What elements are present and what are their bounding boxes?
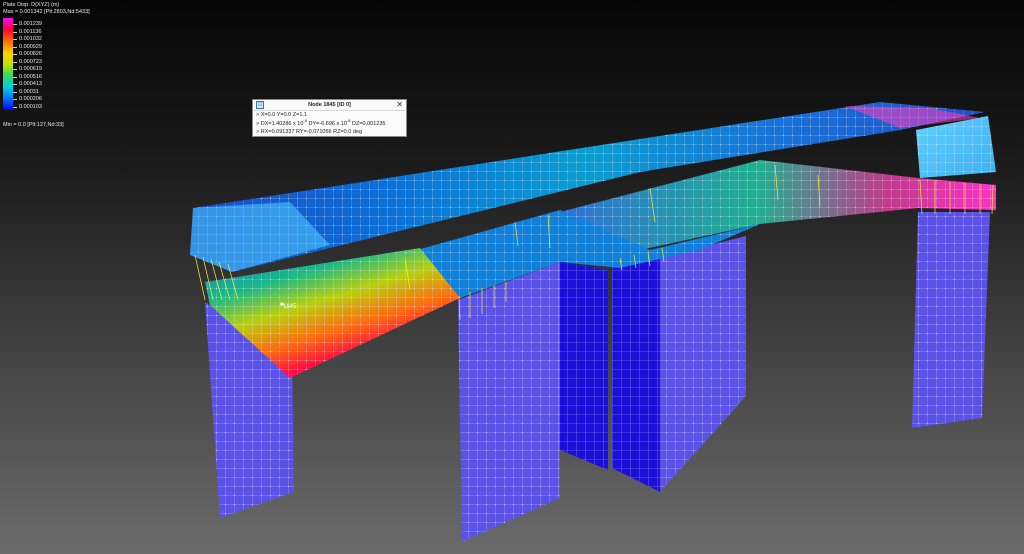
legend-value: 0.000206 bbox=[19, 96, 42, 102]
legend-value: 0.001136 bbox=[19, 28, 42, 35]
legend-color-bar bbox=[3, 18, 13, 110]
wall-center-left bbox=[458, 262, 608, 542]
legend-value: 0.000413 bbox=[19, 81, 42, 87]
deck-right-box bbox=[916, 116, 996, 178]
legend-value: 0.000929 bbox=[19, 43, 42, 50]
wall-center-right bbox=[612, 236, 746, 492]
node-info-title: Node 1845 [ID 0] bbox=[308, 102, 351, 108]
legend-value: 0.000826 bbox=[19, 51, 42, 57]
legend-value: 0.000516 bbox=[19, 73, 42, 80]
legend-value: 0.001032 bbox=[19, 36, 42, 42]
color-legend: Plate Disp: D(XYZ) (m) Max = 0.001342 [P… bbox=[3, 2, 90, 118]
legend-value: 0.000103 bbox=[19, 103, 42, 110]
legend-value: 0.000619 bbox=[19, 66, 42, 72]
legend-max: Max = 0.001342 [Plt:2803,Nd:5433] bbox=[3, 8, 90, 15]
node-info-titlebar[interactable]: ⊡ Node 1845 [ID 0] ✕ bbox=[253, 100, 406, 111]
node-coords: > X=0.0 Y=0.0 Z=1.1 bbox=[256, 112, 307, 118]
node-displacement: > DX=1.40286 x 10-8 DY=-6.696 x 10-8 DZ=… bbox=[256, 117, 386, 127]
legend-value: 0.000723 bbox=[19, 58, 42, 65]
wall-right-far bbox=[912, 212, 990, 428]
node-rotation: > RX=0.091337 RY=-0.071056 RZ=0.0 deg bbox=[256, 129, 363, 135]
selected-node-marker[interactable] bbox=[280, 302, 284, 306]
legend-value: 0.001239 bbox=[19, 21, 42, 27]
close-icon[interactable]: ✕ bbox=[396, 100, 403, 109]
node-info-panel[interactable]: ⊡ Node 1845 [ID 0] ✕ > X=0.0 Y=0.0 Z=1.1… bbox=[252, 99, 407, 137]
legend-value: 0.00031 bbox=[19, 88, 39, 95]
model-viewport[interactable]: 1845 bbox=[0, 0, 1024, 554]
legend-min: Min = 0.0 [Plt:127,Nd:33] bbox=[3, 122, 64, 128]
node-label[interactable]: 1845 bbox=[283, 304, 297, 310]
